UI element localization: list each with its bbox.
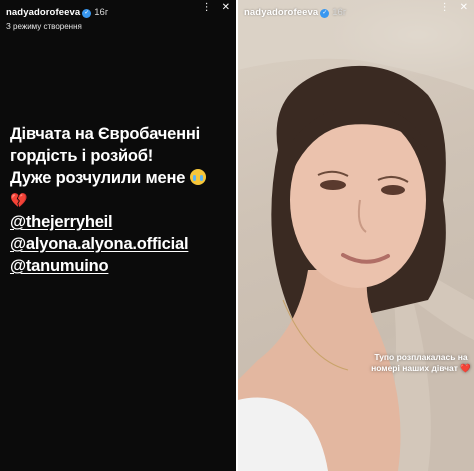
mention-link[interactable]: @thejerryheil <box>10 213 113 231</box>
text-line: Дівчата на Євробаченні <box>10 125 201 143</box>
story-caption: Тупо розплакалась на номері наших дівчат… <box>366 352 474 374</box>
text-line: гордість і розйоб! <box>10 147 154 165</box>
heart-icon: ❤️ <box>460 363 471 373</box>
crying-face-icon <box>189 169 206 185</box>
story-header: nadyadorofeeva ✓ 16г ⋮ ✕ <box>238 0 474 30</box>
mention-link[interactable]: @tanumuino <box>10 257 109 275</box>
verified-badge-icon: ✓ <box>320 9 330 18</box>
caption-line: Тупо розплакалась на <box>374 352 468 362</box>
text-line: Дуже розчулили мене <box>10 167 236 189</box>
more-icon[interactable]: ⋮ <box>202 3 212 13</box>
caption-line: номері наших дівчат ❤️ <box>371 363 471 373</box>
close-icon[interactable]: ✕ <box>460 3 468 13</box>
post-time: 16г <box>332 7 347 18</box>
close-icon[interactable]: ✕ <box>222 3 230 13</box>
more-icon[interactable]: ⋮ <box>440 3 450 13</box>
selfie-photo <box>238 0 474 471</box>
post-time: 16г <box>94 7 109 18</box>
story-subtitle: З режиму створення <box>6 22 82 31</box>
left-story: nadyadorofeeva ✓ 16г З режиму створення ⋮ … <box>0 0 236 471</box>
story-text: Дівчата на Євробаченні гордість і розйоб… <box>10 123 236 277</box>
username[interactable]: nadyadorofeeva <box>244 7 318 18</box>
story-header: nadyadorofeeva ✓ 16г З режиму створення ⋮ … <box>0 0 236 32</box>
right-story: nadyadorofeeva ✓ 16г ⋮ ✕ Тупо розплакалась… <box>238 0 474 471</box>
verified-badge-icon: ✓ <box>82 9 92 18</box>
username[interactable]: nadyadorofeeva <box>6 7 80 18</box>
mention-link[interactable]: @alyona.alyona.official <box>10 235 189 253</box>
broken-heart-icon: 💔 <box>10 192 28 208</box>
